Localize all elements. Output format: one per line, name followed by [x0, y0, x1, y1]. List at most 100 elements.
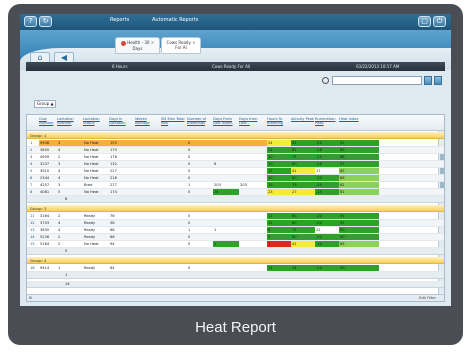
- column-header[interactable]: Heat Index: [339, 117, 379, 121]
- table-cell: 81: [291, 147, 315, 153]
- table-cell: No Heat: [84, 242, 99, 246]
- menu-automatic-reports[interactable]: Automatic Reports: [152, 17, 198, 23]
- column-header[interactable]: Lactation Status: [83, 117, 109, 125]
- row-index: 15: [30, 242, 35, 246]
- table-cell: 5236: [40, 235, 50, 239]
- table-cell: 80: [291, 234, 315, 240]
- refresh-icon[interactable]: ↻: [39, 16, 52, 27]
- tab-cows-ready-for-ai[interactable]: Cows Ready ✕ For AI: [161, 37, 201, 54]
- group-summary-row: 5: [27, 248, 444, 255]
- slide-frame: ? ↻ Reports Automatic Reports □ ⏻ ⌂ ◀ He…: [8, 4, 463, 345]
- status-period: 6 Hours: [112, 64, 128, 69]
- group-header[interactable]: Group: 3: [27, 205, 444, 212]
- menu-reports[interactable]: Reports: [110, 17, 129, 23]
- search-input[interactable]: [332, 76, 422, 85]
- close-icon[interactable]: ✕: [192, 40, 195, 45]
- group-count: 8: [65, 197, 68, 201]
- row-index: 14: [30, 235, 35, 239]
- table-cell: -15: [315, 189, 339, 195]
- column-header[interactable]: SM Max Total Milk: [161, 117, 187, 125]
- table-cell: Ready: [84, 228, 96, 232]
- column-header[interactable]: Activity Peak: [291, 117, 315, 121]
- table-cell: [135, 220, 161, 226]
- column-header[interactable]: Days from Last...: [239, 117, 267, 125]
- table-row[interactable]: 8 4081 5 No Heat 174 0 26 23 27 -15 81: [27, 189, 444, 196]
- table-row[interactable]: 13 3635 4 Ready 68 1 1 6 71 22 90: [27, 227, 444, 234]
- table-cell: 80: [291, 161, 315, 167]
- slide-caption: Heat Report: [195, 319, 276, 336]
- table-row[interactable]: 7 4257 3 Bred 277 1 203 203 15 79 -25 82: [27, 182, 444, 189]
- table-cell: 4: [58, 221, 61, 225]
- exit-icon[interactable]: ⏻: [433, 16, 446, 27]
- table-cell: 81: [339, 189, 379, 195]
- table-cell: -26: [315, 161, 339, 167]
- search-options-button[interactable]: [424, 76, 432, 85]
- table-row[interactable]: 6 2344 4 No Heat 218 0 10 80 -20 86: [27, 175, 444, 182]
- group-header[interactable]: Group: 1: [27, 132, 444, 139]
- table-cell: 2: [58, 214, 61, 218]
- title-bar: ? ↻ Reports Automatic Reports □ ⏻: [20, 14, 451, 30]
- table-cell: 58: [110, 221, 115, 225]
- column-header[interactable]: Days From Last Insem: [213, 117, 239, 125]
- table-cell: -26: [315, 147, 339, 153]
- search-go-button[interactable]: [434, 76, 442, 85]
- table-row[interactable]: 11 3164 2 Ready 76 0 12 60 -20 91: [27, 213, 444, 220]
- table-row[interactable]: 4 3237 3 No Heat 132 0 6 10 80 -26 91: [27, 161, 444, 168]
- table-row[interactable]: 14 5236 2 Ready 66 0 5 80 -20 90: [27, 234, 444, 241]
- table-cell: [135, 234, 161, 240]
- close-icon[interactable]: ✕: [151, 40, 154, 45]
- edit-filter-link[interactable]: Edit Filter: [419, 295, 436, 301]
- table-row[interactable]: 3 4909 2 No Heat 178 0 10 75 -25 88: [27, 154, 444, 161]
- table-cell: 68: [110, 228, 115, 232]
- table-row[interactable]: 2 3605 4 No Heat 170 0 12 81 -26 89: [27, 147, 444, 154]
- row-index: 6: [30, 176, 33, 180]
- table-cell: 76: [110, 214, 115, 218]
- row-index: 13: [30, 228, 35, 232]
- expand-icon[interactable]: ⊞: [29, 295, 32, 301]
- help-icon[interactable]: ?: [24, 16, 37, 27]
- column-header[interactable]: Cow Number: [39, 117, 57, 125]
- table-cell: 91: [339, 140, 379, 146]
- table-cell: 91: [339, 161, 379, 167]
- table-row[interactable]: 15 5164 2 No Heat 94 0 2 1 41 -10 85: [27, 241, 444, 248]
- group-by-chip[interactable]: Group ▲: [34, 100, 56, 108]
- table-cell: 85: [339, 168, 379, 174]
- table-cell: 203: [240, 183, 247, 187]
- table-cell: -20: [315, 175, 339, 181]
- table-cell: 3: [58, 183, 61, 187]
- table-cell: 15: [267, 182, 291, 188]
- table-row[interactable]: 12 3703 4 Ready 58 0 12 60 -20 91: [27, 220, 444, 227]
- table-cell: 170: [110, 148, 117, 152]
- table-row[interactable]: 5 3910 4 No Heat 227 0 12 41 17 85: [27, 168, 444, 175]
- table-cell: 6: [214, 162, 217, 166]
- column-header[interactable]: Days in Lactation: [109, 117, 135, 125]
- table-cell: -20: [315, 213, 339, 219]
- table-row[interactable]: 16 9414 1 Ready 64 0 11 54 -20 90: [27, 265, 444, 272]
- table-row[interactable]: 1 9908 3 No Heat 150 0 24 81 -20 91: [27, 140, 444, 147]
- table-cell: [161, 140, 187, 146]
- group-header[interactable]: Group: 4: [27, 257, 444, 264]
- column-header[interactable]: Hours To Breeding: [267, 117, 291, 125]
- table-cell: Bred: [84, 183, 93, 187]
- group-summary-row: 1: [27, 272, 444, 279]
- table-cell: [239, 147, 267, 153]
- row-index: 3: [30, 155, 33, 159]
- table-cell: 4: [58, 148, 61, 152]
- table-cell: 41: [291, 241, 315, 247]
- tab-health-30-days[interactable]: Health - 30 ✕ Days: [115, 37, 160, 54]
- window-icon[interactable]: □: [418, 16, 431, 27]
- column-header[interactable]: Number of Breedings: [187, 117, 213, 125]
- table-cell: 3910: [40, 169, 50, 173]
- table-cell: 4909: [40, 155, 50, 159]
- table-cell: 218: [110, 176, 117, 180]
- table-cell: 75: [291, 154, 315, 160]
- column-header[interactable]: Lactation Number: [57, 117, 83, 125]
- column-header[interactable]: Rumination Peak: [315, 117, 339, 125]
- table-cell: [239, 161, 267, 167]
- table-cell: 41: [291, 168, 315, 174]
- table-cell: 2: [213, 241, 239, 247]
- column-header[interactable]: Weeks Average: [135, 117, 161, 125]
- table-cell: [135, 140, 161, 146]
- row-index: 12: [30, 221, 35, 225]
- table-cell: 23: [267, 189, 291, 195]
